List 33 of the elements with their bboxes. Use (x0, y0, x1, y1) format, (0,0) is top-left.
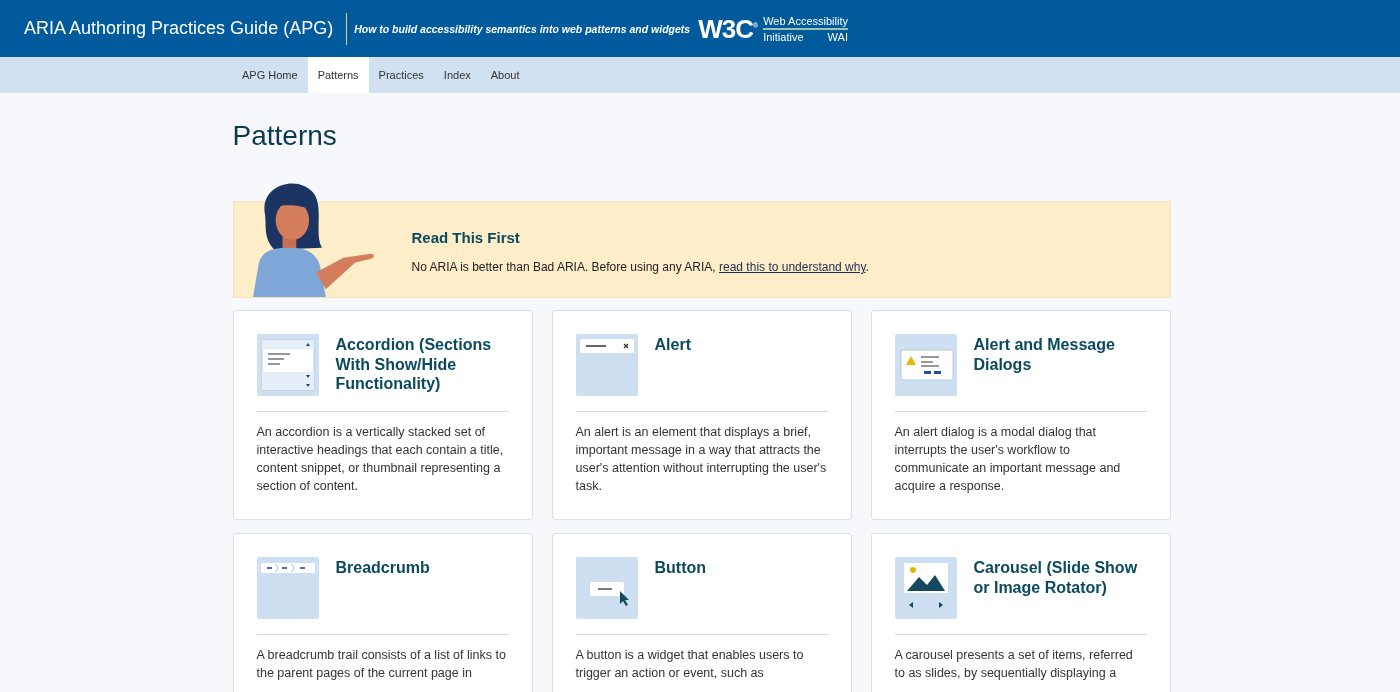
nav-tab[interactable]: Index (433, 57, 481, 93)
card-title[interactable]: Alert (654, 334, 691, 396)
dialog-pattern-icon (894, 334, 957, 396)
logo-text: WAI (827, 30, 848, 43)
notice-link[interactable]: read this to understand why (719, 260, 866, 274)
card-title[interactable]: Button (654, 557, 707, 619)
card-title[interactable]: Carousel (Slide Show or Image Rotator) (973, 557, 1147, 619)
logo-text: Initiative (763, 30, 804, 43)
alert-pattern-icon (575, 334, 638, 396)
nav-tab[interactable]: Patterns (307, 57, 369, 93)
card-description: A button is a widget that enables users to trigger an action or event, such as (575, 647, 805, 682)
nav-tab[interactable]: Practices (368, 57, 434, 93)
site-title[interactable]: ARIA Authoring Practices Guide (APG) (24, 18, 334, 39)
w3c-logo[interactable]: W3C$^{®}$ (698, 15, 758, 42)
breadcrumb-pattern-icon (256, 557, 319, 619)
card-description: A breadcrumb trail consists of a list of links to the parent pages of the current page in (256, 647, 507, 682)
notice-title: Read This First (411, 229, 521, 246)
carousel-pattern-icon (894, 557, 957, 619)
notice-text: No ARIA is better than Bad ARIA. Before using any ARIA, read this to understand why. (411, 260, 869, 274)
card-description: An accordion is a vertically stacked set of interactive headings that each contain a title, content snippet, or thumbnail representing a section of content. (256, 424, 505, 495)
card-title[interactable]: Breadcrumb (335, 557, 430, 619)
site-tagline: How to build accessibility semantics into web patterns and widgets (354, 22, 691, 35)
card-description: A carousel presents a set of items, referred to as slides, by sequentially displaying a (894, 647, 1134, 682)
page-title: Patterns (232, 120, 338, 153)
nav-tab[interactable]: About (480, 57, 530, 93)
card-description: An alert is an element that displays a brief, important message in a way that attracts the user's attention without interrupting the user's task. (575, 424, 828, 495)
logo-text: Web Accessibility (763, 14, 848, 30)
nav-tab[interactable]: APG Home (232, 57, 308, 93)
card-description: An alert dialog is a modal dialog that interrupts the user's workflow to communicate an important message and acquire a response. (894, 424, 1122, 495)
card-title[interactable]: Alert and Message Dialogs (973, 334, 1147, 396)
accordion-pattern-icon (256, 334, 319, 396)
button-pattern-icon (575, 557, 638, 619)
card-title[interactable]: Accordion (Sections With Show/Hide Functionality) (335, 334, 509, 396)
